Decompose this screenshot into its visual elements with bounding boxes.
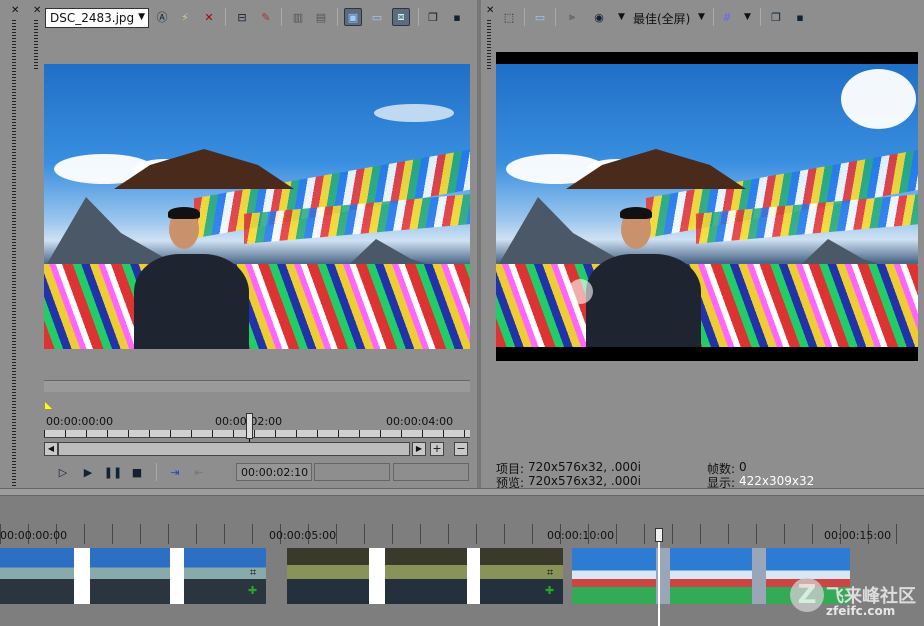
preview-mode-icon[interactable]: ▣ bbox=[344, 8, 362, 26]
timeline-ruler[interactable] bbox=[0, 524, 924, 544]
close-icon[interactable]: ✕ bbox=[33, 6, 41, 16]
split-icon[interactable]: ⊟ bbox=[233, 8, 251, 26]
film-strip-icon[interactable]: ▥ bbox=[289, 8, 307, 26]
effects-icon[interactable]: ✚ bbox=[545, 584, 554, 597]
insert-icon[interactable]: ⇤ bbox=[190, 463, 208, 481]
save-icon[interactable]: ▪ bbox=[448, 8, 466, 26]
frames-value: 0 bbox=[739, 460, 747, 474]
toolbar-separator bbox=[337, 8, 338, 26]
current-time: 00:00:02:10 bbox=[241, 466, 309, 479]
trimmer-preview-image bbox=[44, 64, 470, 349]
timeline-playhead[interactable] bbox=[658, 542, 660, 626]
toolbar-separator bbox=[555, 8, 556, 26]
watermark-logo: Z bbox=[790, 578, 824, 612]
clip-thumbnail bbox=[572, 548, 656, 604]
monitor-icon[interactable]: ▭ bbox=[368, 8, 386, 26]
source-file-select[interactable]: DSC_2483.jpg ▼ bbox=[45, 8, 149, 28]
toolbar-separator bbox=[524, 8, 525, 26]
chevron-down-icon[interactable]: ▼ bbox=[698, 12, 705, 22]
toolbar-separator bbox=[156, 463, 157, 481]
grid-icon[interactable]: # bbox=[718, 8, 736, 26]
preview-value: 720x576x32, .000i bbox=[528, 474, 641, 488]
toolbar-separator bbox=[225, 8, 226, 26]
overlay-icon[interactable]: ◉ bbox=[590, 8, 608, 26]
panel-grip[interactable] bbox=[34, 20, 38, 70]
clip-thumbnail bbox=[287, 548, 369, 604]
chevron-down-icon: ▼ bbox=[138, 12, 145, 22]
monitor-icon[interactable]: ▭ bbox=[531, 8, 549, 26]
scroll-right-button[interactable]: ▶ bbox=[412, 442, 426, 456]
chevron-down-icon[interactable]: ▼ bbox=[744, 12, 751, 22]
close-icon[interactable]: ✕ bbox=[11, 6, 19, 16]
toolbar-separator bbox=[418, 8, 419, 26]
chevron-down-icon[interactable]: ▼ bbox=[618, 12, 625, 22]
display-value: 422x309x32 bbox=[739, 474, 815, 488]
add-to-timeline-icon[interactable]: ⇥ bbox=[166, 463, 184, 481]
timeline-tick-3: 00:00:15:00 bbox=[824, 529, 892, 542]
split-view-icon[interactable]: ⫸ bbox=[563, 8, 581, 26]
playhead[interactable] bbox=[246, 413, 253, 439]
delete-icon[interactable]: ✕ bbox=[200, 8, 218, 26]
crop-icon[interactable]: ⌗ bbox=[547, 566, 553, 580]
timeline-tick-1: 00:00:05:00 bbox=[269, 529, 337, 542]
timeline-playhead-handle[interactable] bbox=[655, 528, 663, 542]
watermark-subtitle: zfeifc.com bbox=[826, 604, 896, 618]
lightning-icon[interactable]: ⚡ bbox=[176, 8, 194, 26]
film-frame-icon[interactable]: ▤ bbox=[312, 8, 330, 26]
panel-grip[interactable] bbox=[487, 20, 491, 70]
toolbar-separator bbox=[713, 8, 714, 26]
timeline-tick-0: 00:00:00:00 bbox=[0, 529, 68, 542]
zoom-out-button[interactable]: − bbox=[454, 442, 468, 456]
edit-icon[interactable]: ✎ bbox=[257, 8, 275, 26]
timeline-clip[interactable]: ⌗ ✚ bbox=[287, 548, 563, 604]
crop-icon[interactable]: ⌗ bbox=[250, 566, 256, 580]
project-value: 720x576x32, .000i bbox=[528, 460, 641, 474]
clip-thumbnail bbox=[385, 548, 467, 604]
trimmer-ruler[interactable] bbox=[44, 430, 470, 438]
panel-splitter[interactable] bbox=[0, 488, 924, 496]
toolbar-separator bbox=[760, 8, 761, 26]
status-field bbox=[314, 463, 390, 481]
status-field bbox=[393, 463, 469, 481]
play-from-start-icon[interactable]: ▷ bbox=[54, 463, 72, 481]
toolbar-separator bbox=[281, 8, 282, 26]
zoom-in-button[interactable]: + bbox=[430, 442, 444, 456]
time-end: 00:00:04:00 bbox=[386, 415, 454, 428]
cursor-icon[interactable]: ⬚ bbox=[500, 8, 518, 26]
marker-icon[interactable] bbox=[45, 402, 52, 409]
effects-icon[interactable]: ✚ bbox=[248, 584, 257, 597]
clip-thumbnail bbox=[90, 548, 170, 604]
timeline-clip[interactable]: ⌗ ✚ bbox=[0, 548, 266, 604]
save-icon[interactable]: ▪ bbox=[791, 8, 809, 26]
timeline-tick-2: 00:00:10:00 bbox=[547, 529, 615, 542]
stop-icon[interactable]: ■ bbox=[128, 463, 146, 481]
dual-view-icon[interactable]: ⧈ bbox=[392, 8, 410, 26]
video-preview-image bbox=[496, 64, 918, 347]
preview-quality-select[interactable]: 最佳(全屏) bbox=[633, 10, 690, 27]
clip-thumbnail bbox=[670, 548, 752, 604]
time-start: 00:00:00:00 bbox=[46, 415, 114, 428]
text-icon[interactable]: Ⓐ bbox=[153, 8, 171, 26]
clip-thumbnail bbox=[0, 548, 74, 604]
scrollbar-thumb[interactable] bbox=[58, 442, 410, 456]
close-icon[interactable]: ✕ bbox=[486, 6, 494, 16]
play-icon[interactable]: ▶ bbox=[79, 463, 97, 481]
trimmer-track[interactable] bbox=[44, 380, 470, 392]
pause-icon[interactable]: ❚❚ bbox=[104, 463, 122, 481]
panel-grip[interactable] bbox=[12, 20, 16, 490]
copy-icon[interactable]: ❐ bbox=[424, 8, 442, 26]
copy-icon[interactable]: ❐ bbox=[767, 8, 785, 26]
scroll-left-button[interactable]: ◀ bbox=[44, 442, 58, 456]
source-file-label: DSC_2483.jpg bbox=[50, 11, 135, 25]
